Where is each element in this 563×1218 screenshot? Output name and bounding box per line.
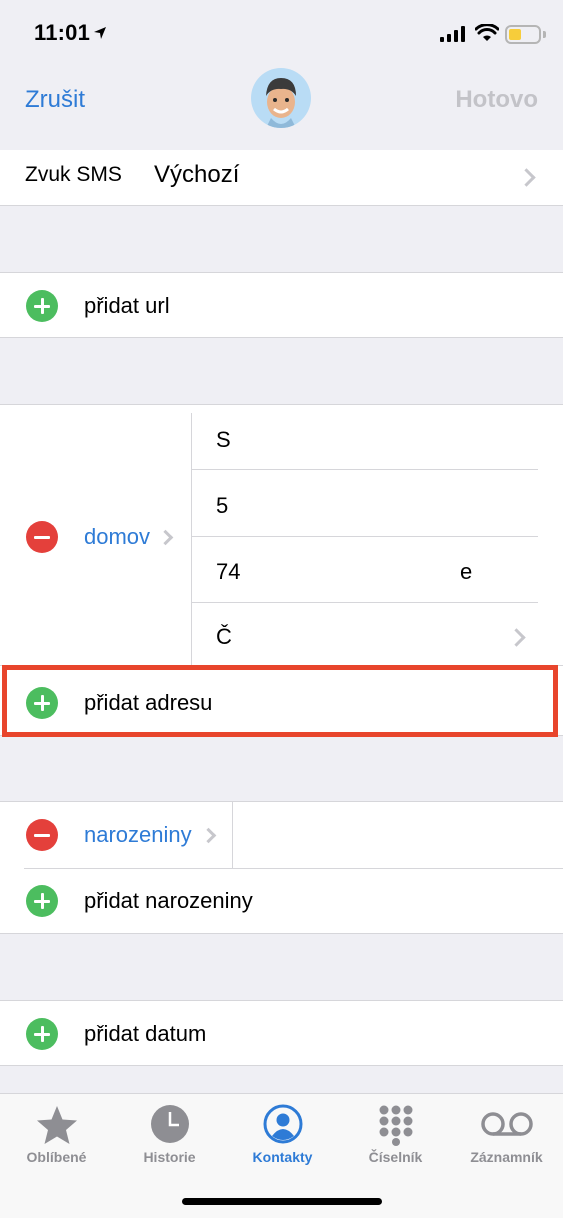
chevron-right-icon <box>200 827 217 844</box>
separator <box>191 602 538 603</box>
add-date-label: přidat datum <box>84 1021 207 1046</box>
address-street2-field[interactable]: 5 <box>216 493 228 519</box>
clock-icon <box>150 1105 189 1143</box>
chevron-right-icon <box>517 168 536 187</box>
separator <box>191 536 538 537</box>
birthday-type-label[interactable]: narozeniny <box>84 822 192 848</box>
sms-tone-value: Výchozí <box>154 161 240 188</box>
address-zip-field[interactable]: 74 <box>216 559 240 585</box>
birthday-divider <box>232 802 233 868</box>
cancel-button[interactable]: Zrušit <box>25 86 85 114</box>
add-birthday-icon <box>26 885 58 917</box>
tab-label: Kontakty <box>252 1149 313 1165</box>
remove-birthday-icon[interactable] <box>26 819 58 851</box>
nav-bar: Zrušit Hotovo <box>0 62 563 150</box>
add-url-row[interactable]: přidat url <box>0 272 563 338</box>
wifi-icon <box>475 24 499 41</box>
highlight-annotation <box>2 665 558 737</box>
home-indicator[interactable] <box>182 1198 382 1205</box>
tab-label: Záznamník <box>470 1149 543 1165</box>
memoji-icon <box>266 78 296 128</box>
tab-label: Historie <box>143 1149 196 1165</box>
status-bar: 11:01 <box>0 0 563 62</box>
add-birthday-label[interactable]: přidat narozeniny <box>84 888 253 914</box>
star-icon <box>36 1106 77 1144</box>
tab-keypad[interactable]: Číselník <box>339 1094 452 1184</box>
tab-label: Číselník <box>368 1149 423 1165</box>
separator <box>191 469 538 470</box>
add-date-row[interactable]: přidat datum <box>0 1000 563 1066</box>
tab-history[interactable]: Historie <box>113 1094 226 1184</box>
address-country-field[interactable]: Č <box>216 624 232 650</box>
tab-favorites[interactable]: Oblíbené <box>0 1094 113 1184</box>
status-time: 11:01 <box>34 20 91 45</box>
chevron-right-icon <box>157 529 174 546</box>
add-date-icon <box>26 1018 58 1050</box>
add-url-label: přidat url <box>84 293 170 318</box>
sms-tone-label: Zvuk SMS <box>25 163 122 186</box>
address-divider <box>191 413 192 665</box>
person-icon <box>263 1104 302 1144</box>
add-icon <box>26 290 58 322</box>
address-type-label[interactable]: domov <box>84 524 150 550</box>
avatar[interactable] <box>251 68 311 128</box>
battery-icon <box>505 25 541 44</box>
chevron-right-icon <box>507 628 526 647</box>
sms-tone-row[interactable]: Zvuk SMS Výchozí <box>0 150 563 206</box>
birthday-section: narozeniny přidat narozeniny <box>0 801 563 934</box>
address-street-field[interactable]: S <box>216 427 231 453</box>
tab-contacts[interactable]: Kontakty <box>226 1094 339 1184</box>
voicemail-icon <box>480 1112 533 1136</box>
cellular-signal-icon <box>440 26 465 42</box>
battery-cap <box>543 31 546 38</box>
done-button[interactable]: Hotovo <box>455 86 538 114</box>
tab-label: Oblíbené <box>26 1149 87 1165</box>
separator <box>24 868 563 869</box>
keypad-icon <box>379 1105 412 1146</box>
location-arrow-icon <box>94 27 106 39</box>
remove-address-icon[interactable] <box>26 521 58 553</box>
tab-voicemail[interactable]: Záznamník <box>450 1094 563 1184</box>
address-city-field[interactable]: e <box>460 559 472 585</box>
